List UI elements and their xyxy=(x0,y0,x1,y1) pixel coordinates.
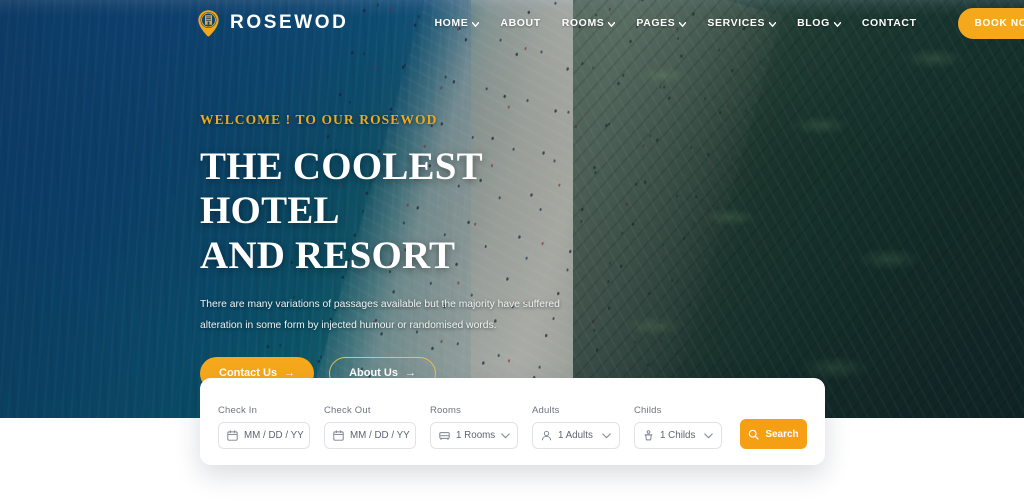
hero-title-line-2: AND RESORT xyxy=(200,233,456,277)
rooms-select[interactable]: 1 Rooms xyxy=(430,422,518,449)
chevron-down-icon xyxy=(472,21,480,27)
main-navigation: HOME ABOUT ROOMS PAGES SERVICES BLOG CON… xyxy=(434,7,1024,39)
check-out-label: Check Out xyxy=(324,405,371,416)
brand-name: ROSEWOD xyxy=(230,12,349,33)
hero-title: THE COOLEST HOTEL AND RESORT xyxy=(200,145,620,278)
arrow-right-icon: → xyxy=(404,366,416,379)
brand-logo[interactable]: ROSEWOD xyxy=(196,9,348,37)
childs-select[interactable]: 1 Childs xyxy=(634,422,722,449)
nav-item-blog[interactable]: BLOG xyxy=(797,17,841,29)
check-in-label: Check In xyxy=(218,405,258,416)
chevron-down-icon xyxy=(833,21,841,27)
nav-item-label: PAGES xyxy=(636,17,676,29)
nav-item-label: ROOMS xyxy=(561,17,605,29)
adults-value: 1 Adults xyxy=(558,430,593,441)
check-in-input[interactable]: MM / DD / YY xyxy=(218,422,310,449)
chevron-down-icon xyxy=(704,432,713,439)
hero-eyebrow: WELCOME ! TO OUR ROSEWOD xyxy=(200,112,438,127)
hero-title-line-1: THE COOLEST HOTEL xyxy=(200,145,483,233)
field-childs: Childs 1 Childs xyxy=(634,405,722,449)
field-check-in: Check In MM / DD / YY xyxy=(218,405,310,449)
nav-item-label: BLOG xyxy=(797,17,830,29)
map-pin-hotel-icon xyxy=(196,9,221,37)
user-icon xyxy=(541,430,552,441)
nav-item-label: HOME xyxy=(434,17,469,29)
rooms-label: Rooms xyxy=(430,405,462,416)
nav-item-services[interactable]: SERVICES xyxy=(707,17,777,29)
book-now-label: BOOK NOW xyxy=(974,17,1024,29)
adults-select[interactable]: 1 Adults xyxy=(532,422,620,449)
chevron-down-icon xyxy=(679,21,687,27)
book-now-button[interactable]: BOOK NOW → xyxy=(957,7,1024,39)
hero-paragraph: There are many variations of passages av… xyxy=(200,299,560,331)
nav-item-rooms[interactable]: ROOMS xyxy=(562,17,616,29)
nav-item-about[interactable]: ABOUT xyxy=(500,17,540,29)
rooms-value: 1 Rooms xyxy=(456,430,496,441)
booking-search-card: Check In MM / DD / YY Check Out MM / DD … xyxy=(200,378,825,465)
calendar-icon xyxy=(227,430,238,441)
adults-label: Adults xyxy=(532,405,560,416)
nav-item-label: SERVICES xyxy=(707,17,766,29)
field-check-out: Check Out MM / DD / YY xyxy=(324,405,416,449)
chevron-down-icon xyxy=(501,432,511,439)
check-in-value: MM / DD / YY xyxy=(244,430,304,441)
field-rooms: Rooms 1 Rooms xyxy=(430,405,518,449)
arrow-right-icon: → xyxy=(284,366,296,379)
search-button[interactable]: Search xyxy=(740,419,807,449)
field-adults: Adults 1 Adults xyxy=(532,405,620,449)
chevron-down-icon xyxy=(769,21,777,27)
search-icon xyxy=(748,429,759,440)
nav-item-pages[interactable]: PAGES xyxy=(636,17,687,29)
bed-icon xyxy=(439,430,450,441)
check-out-input[interactable]: MM / DD / YY xyxy=(324,422,416,449)
chevron-down-icon xyxy=(602,432,611,439)
hero-content: WELCOME ! TO OUR ROSEWOD THE COOLEST HOT… xyxy=(200,112,620,390)
childs-label: Childs xyxy=(634,405,662,416)
chevron-down-icon xyxy=(608,21,616,27)
page-root: ROSEWOD HOME ABOUT ROOMS PAGES SERVICES … xyxy=(0,0,1024,504)
check-out-value: MM / DD / YY xyxy=(350,430,410,441)
nav-item-contact[interactable]: CONTACT xyxy=(862,17,917,29)
child-icon xyxy=(643,430,654,441)
search-label: Search xyxy=(765,428,799,440)
calendar-icon xyxy=(333,430,344,441)
nav-item-label: ABOUT xyxy=(500,17,541,29)
childs-value: 1 Childs xyxy=(660,430,696,441)
nav-item-label: CONTACT xyxy=(861,17,917,29)
site-header: ROSEWOD HOME ABOUT ROOMS PAGES SERVICES … xyxy=(0,0,1024,46)
nav-item-home[interactable]: HOME xyxy=(434,17,480,29)
